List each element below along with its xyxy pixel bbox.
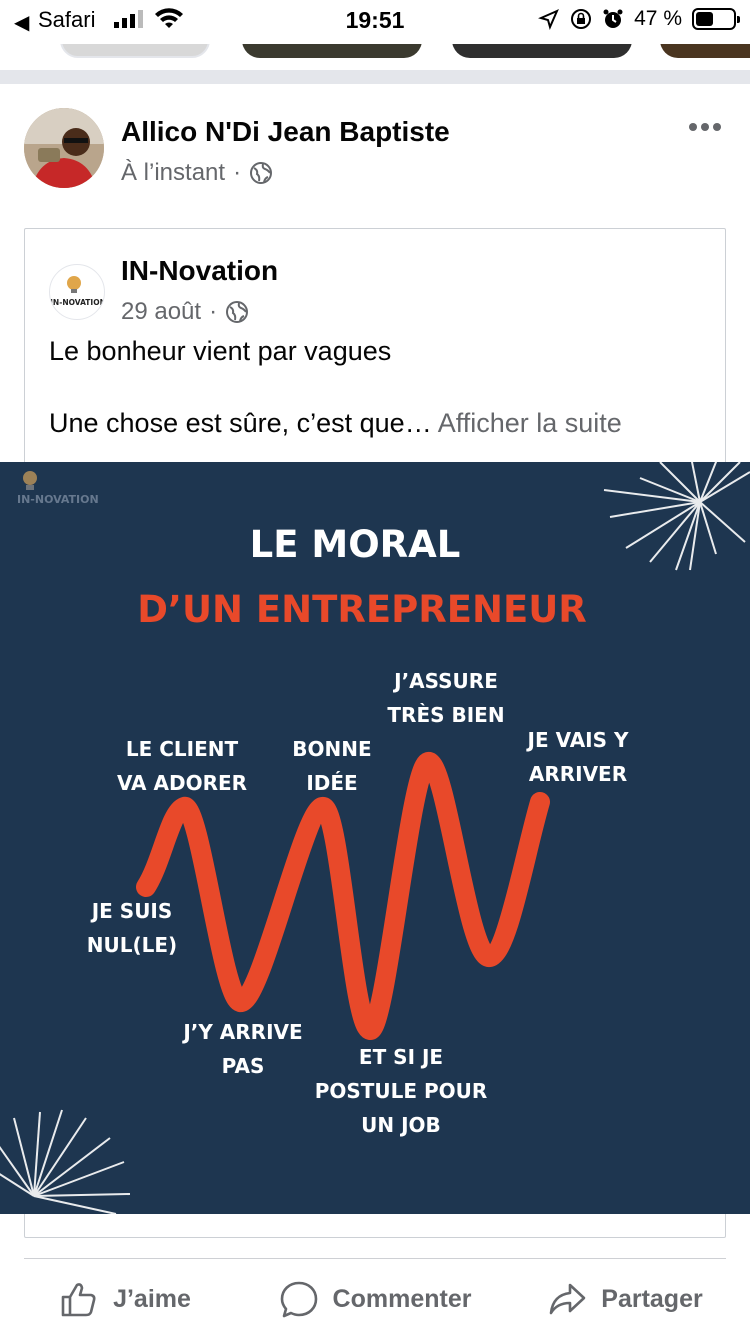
image-title: LE MORAL — [250, 523, 461, 566]
shared-post-meta: 29 août · — [121, 298, 249, 326]
label-le-client: LE CLIENT — [126, 737, 239, 761]
label-tres-bien: TRÈS BIEN — [387, 703, 504, 727]
orientation-lock-icon — [571, 9, 592, 29]
author-name[interactable]: Allico N'Di Jean Baptiste — [121, 116, 450, 148]
label-et-si-je: ET SI JE — [359, 1045, 443, 1069]
label-un-job: UN JOB — [361, 1113, 441, 1137]
meta-separator: · — [209, 298, 218, 325]
comment-bubble-icon — [280, 1281, 317, 1318]
comment-button[interactable]: Commenter — [250, 1266, 500, 1332]
like-label: J’aime — [113, 1284, 191, 1313]
label-je-suis: JE SUIS — [90, 899, 173, 923]
status-right-group: 47 % — [538, 7, 740, 31]
share-arrow-icon — [549, 1283, 586, 1315]
image-logo-text: IN-NOVATION — [17, 493, 99, 506]
comment-label: Commenter — [332, 1284, 472, 1313]
label-bonne: BONNE — [292, 737, 371, 761]
location-arrow-icon — [538, 9, 560, 30]
thumbs-up-icon — [61, 1283, 96, 1317]
more-options-icon[interactable] — [688, 116, 722, 138]
label-idee: IDÉE — [306, 771, 357, 795]
status-bar: ◀ Safari 19:51 47 % — [0, 0, 750, 44]
page-logo-text: IN-NOVATION — [50, 298, 105, 307]
share-button[interactable]: Partager — [500, 1266, 750, 1332]
battery-icon — [692, 8, 740, 30]
post-text-line1: Le bonheur vient par vagues — [49, 336, 392, 366]
actions-divider — [24, 1258, 726, 1259]
alarm-icon — [603, 9, 623, 28]
image-subtitle: D’UN ENTREPRENEUR — [137, 588, 587, 631]
battery-level-fill — [696, 12, 713, 26]
post-text-line2: Une chose est sûre, c’est que… Afficher … — [49, 408, 622, 439]
page-name[interactable]: IN-Novation — [121, 255, 278, 287]
author-avatar[interactable] — [24, 108, 104, 188]
post-meta: À l’instant · — [121, 159, 273, 187]
label-va-adorer: VA ADORER — [117, 771, 247, 795]
meta-separator: · — [233, 159, 242, 186]
globe-icon — [250, 162, 273, 184]
post-image[interactable]: IN-NOVATION LE MORAL D’UN ENTREPRENEUR J… — [0, 462, 750, 1214]
post-actions-bar: J’aime Commenter Partager — [0, 1266, 750, 1332]
shared-post-date[interactable]: 29 août — [121, 298, 201, 326]
battery-percent: 47 % — [634, 7, 682, 30]
label-jy-arrive: J’Y ARRIVE — [181, 1020, 302, 1044]
label-nul: NUL(LE) — [87, 933, 177, 957]
label-postule-pour: POSTULE POUR — [315, 1079, 488, 1103]
post-timestamp[interactable]: À l’instant — [121, 159, 225, 187]
label-je-vais-y: JE VAIS Y — [526, 728, 629, 752]
label-pas: PAS — [222, 1054, 265, 1078]
page-avatar[interactable]: IN-NOVATION — [49, 264, 105, 320]
like-button[interactable]: J’aime — [0, 1266, 250, 1332]
globe-icon — [226, 301, 249, 323]
stories-strip[interactable] — [0, 44, 750, 70]
share-label: Partager — [601, 1284, 703, 1313]
label-arriver: ARRIVER — [529, 762, 627, 786]
post-text-excerpt: Une chose est sûre, c’est que… — [49, 408, 432, 438]
label-jassure: J’ASSURE — [392, 669, 498, 693]
see-more-link[interactable]: Afficher la suite — [438, 408, 622, 438]
feed-divider — [0, 70, 750, 84]
